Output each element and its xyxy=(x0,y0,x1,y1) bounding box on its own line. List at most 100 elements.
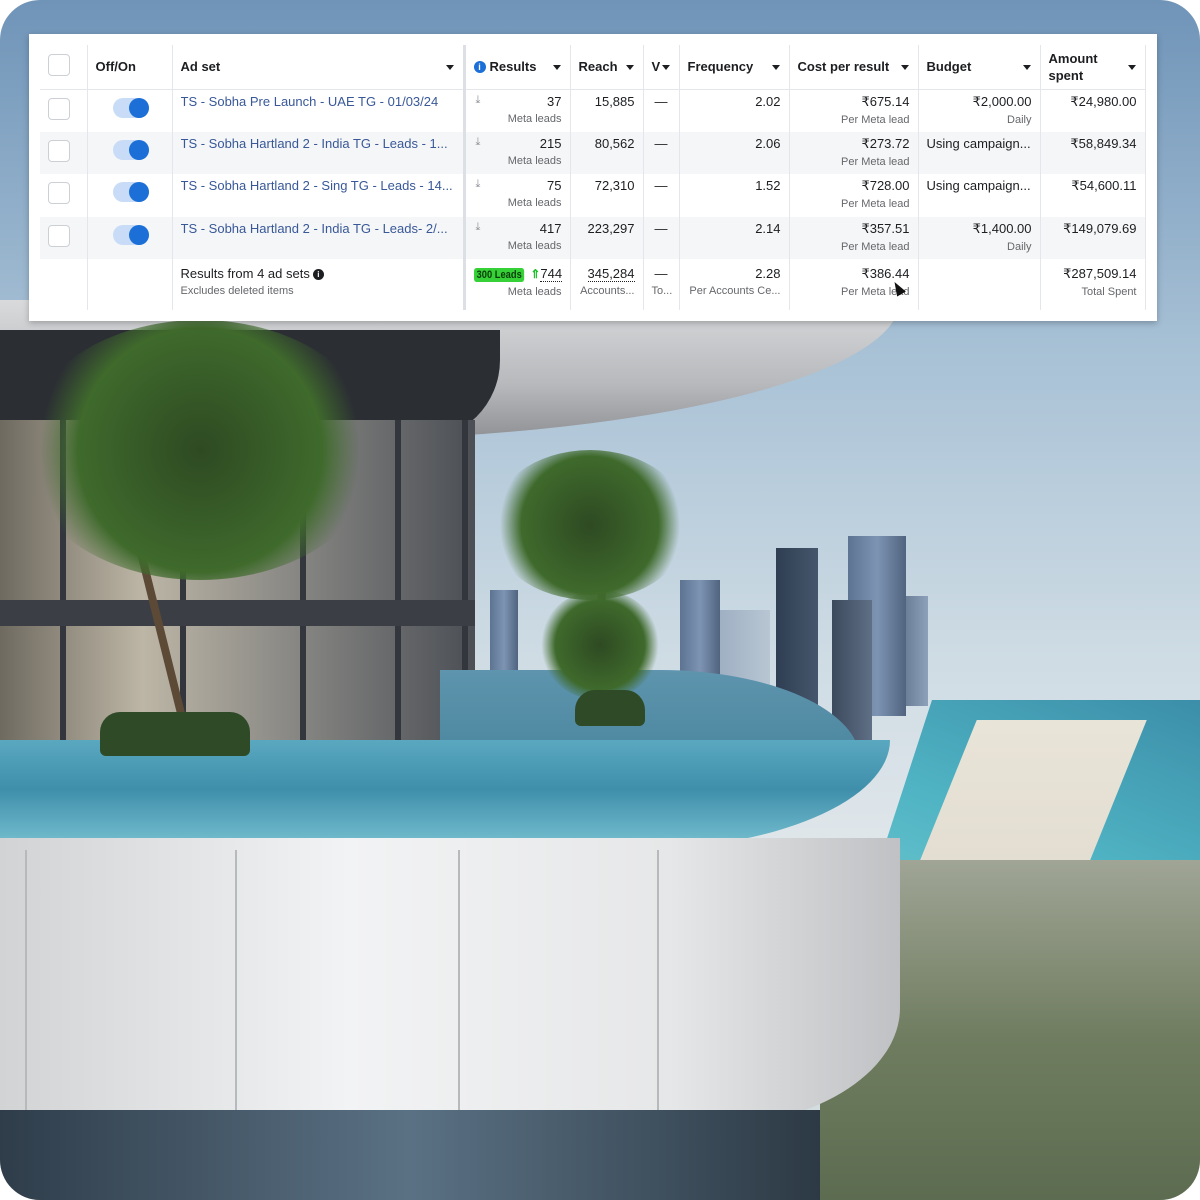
row-toggle-cell[interactable] xyxy=(87,131,173,175)
column-header-offon[interactable]: Off/On xyxy=(87,45,173,90)
adset-name-cell[interactable]: TS - Sobha Pre Launch - UAE TG - 01/03/2… xyxy=(172,89,465,132)
chevron-down-icon[interactable] xyxy=(1127,65,1136,70)
toggle-knob xyxy=(128,139,149,160)
totals-reach-value[interactable]: 345,284 xyxy=(587,266,635,283)
results-cell: ⤓ 75 Meta leads xyxy=(462,174,571,217)
column-header-v[interactable]: V xyxy=(643,45,680,90)
column-header-label: Amount spent xyxy=(1048,50,1098,83)
adset-name-link[interactable]: TS - Sobha Pre Launch - UAE TG - 01/03/2… xyxy=(181,94,455,109)
table-row[interactable]: TS - Sobha Hartland 2 - India TG - Leads… xyxy=(40,131,1146,175)
download-icon[interactable]: ⤓ xyxy=(476,178,481,191)
table-row[interactable]: TS - Sobha Pre Launch - UAE TG - 01/03/2… xyxy=(40,89,1146,132)
row-select[interactable] xyxy=(40,174,88,217)
chevron-down-icon[interactable] xyxy=(625,65,634,70)
column-header-label: Budget xyxy=(926,59,972,75)
planter xyxy=(575,690,645,726)
column-header-budget[interactable]: Budget xyxy=(918,45,1041,90)
reach-value: 72,310 xyxy=(594,178,635,194)
budget-type: Daily xyxy=(1007,240,1032,253)
chevron-down-icon[interactable] xyxy=(661,65,670,70)
v-value: — xyxy=(654,135,668,151)
info-icon[interactable]: i xyxy=(473,61,486,74)
column-header-results[interactable]: i Results xyxy=(462,45,571,90)
column-header-label: Cost per result xyxy=(797,59,890,75)
adset-toggle[interactable] xyxy=(112,224,149,245)
frequency-cell: 2.02 xyxy=(679,89,790,132)
budget-value: Using campaign... xyxy=(926,135,1031,151)
table-row[interactable]: TS - Sobha Hartland 2 - Sing TG - Leads … xyxy=(40,174,1146,217)
chevron-down-icon[interactable] xyxy=(771,65,780,70)
column-header-amount[interactable]: Amount spent xyxy=(1040,45,1146,90)
totals-reach-type: Accounts... xyxy=(580,285,635,298)
info-icon[interactable]: i xyxy=(312,269,324,281)
budget-cell: Using campaign... xyxy=(918,131,1041,175)
chevron-down-icon[interactable] xyxy=(445,65,454,70)
header-select-all[interactable] xyxy=(40,45,88,90)
amount-cell: ₹149,079.69 xyxy=(1040,216,1146,260)
totals-row: Results from 4 ad sets i Excludes deleted … xyxy=(40,259,1146,310)
reach-cell: 72,310 xyxy=(570,174,644,217)
column-header-cost[interactable]: Cost per result xyxy=(789,45,919,90)
row-select[interactable] xyxy=(40,216,88,260)
adset-name-cell[interactable]: TS - Sobha Hartland 2 - India TG - Leads… xyxy=(172,131,465,175)
select-all-checkbox[interactable] xyxy=(48,54,70,77)
budget-cell: ₹1,400.00 Daily xyxy=(918,216,1041,260)
table-header-row: Off/On Ad set i Results Reach V Frequency… xyxy=(40,45,1146,90)
cost-value: ₹273.72 xyxy=(861,135,910,151)
adset-toggle[interactable] xyxy=(112,139,149,160)
row-toggle-cell[interactable] xyxy=(87,89,173,132)
column-header-frequency[interactable]: Frequency xyxy=(679,45,790,90)
table-row[interactable]: TS - Sobha Hartland 2 - India TG - Leads… xyxy=(40,216,1146,260)
row-toggle-cell[interactable] xyxy=(87,216,173,260)
download-icon[interactable]: ⤓ xyxy=(476,136,481,149)
download-icon[interactable]: ⤓ xyxy=(476,221,481,234)
panel-seam xyxy=(458,850,460,1120)
totals-v-cell: — To... xyxy=(643,259,680,310)
cost-value: ₹675.14 xyxy=(861,93,910,109)
column-header-reach[interactable]: Reach xyxy=(570,45,644,90)
totals-results-cell: 300 Leads ⇑744 Meta leads xyxy=(462,259,571,310)
column-header-adset[interactable]: Ad set xyxy=(172,45,465,90)
amount-value: ₹58,849.34 xyxy=(1070,135,1137,151)
frequency-value: 2.14 xyxy=(755,220,781,236)
v-value: — xyxy=(654,178,668,194)
floor-slab xyxy=(0,600,475,626)
results-value: 417 xyxy=(539,220,562,236)
results-value: 37 xyxy=(547,93,562,109)
reach-cell: 80,562 xyxy=(570,131,644,175)
screenshot-frame: Off/On Ad set i Results Reach V Frequency… xyxy=(0,0,1200,1200)
column-header-label: Off/On xyxy=(95,59,136,75)
download-icon[interactable]: ⤓ xyxy=(476,94,481,107)
chevron-down-icon[interactable] xyxy=(900,65,909,70)
chevron-down-icon[interactable] xyxy=(1022,65,1031,70)
cost-type: Per Meta lead xyxy=(841,240,910,253)
adset-name-link[interactable]: TS - Sobha Hartland 2 - India TG - Leads… xyxy=(181,221,455,236)
adset-name-link[interactable]: TS - Sobha Hartland 2 - Sing TG - Leads … xyxy=(181,178,455,193)
reach-value: 15,885 xyxy=(594,93,635,109)
adset-toggle[interactable] xyxy=(112,97,149,118)
adset-name-cell[interactable]: TS - Sobha Hartland 2 - India TG - Leads… xyxy=(172,216,465,260)
row-toggle-cell[interactable] xyxy=(87,174,173,217)
totals-label: Results from 4 ad sets xyxy=(180,266,310,282)
row-checkbox[interactable] xyxy=(48,224,70,247)
totals-results-value[interactable]: 744 xyxy=(540,266,563,283)
frequency-value: 2.06 xyxy=(755,135,781,151)
adset-toggle[interactable] xyxy=(112,182,149,203)
row-select[interactable] xyxy=(40,131,88,175)
reach-cell: 15,885 xyxy=(570,89,644,132)
amount-value: ₹54,600.11 xyxy=(1071,178,1137,194)
row-checkbox[interactable] xyxy=(48,182,70,205)
v-cell: — xyxy=(643,174,680,217)
cost-cell: ₹357.51 Per Meta lead xyxy=(789,216,919,260)
cost-type: Per Meta lead xyxy=(841,198,910,211)
v-value: — xyxy=(654,220,668,236)
reach-cell: 223,297 xyxy=(570,216,644,260)
row-select[interactable] xyxy=(40,89,88,132)
row-checkbox[interactable] xyxy=(48,97,70,120)
cost-type: Per Meta lead xyxy=(841,155,910,168)
row-checkbox[interactable] xyxy=(48,139,70,162)
column-header-label: V xyxy=(651,59,661,75)
adset-name-cell[interactable]: TS - Sobha Hartland 2 - Sing TG - Leads … xyxy=(172,174,465,217)
chevron-down-icon[interactable] xyxy=(552,65,561,70)
adset-name-link[interactable]: TS - Sobha Hartland 2 - India TG - Leads… xyxy=(181,136,455,151)
